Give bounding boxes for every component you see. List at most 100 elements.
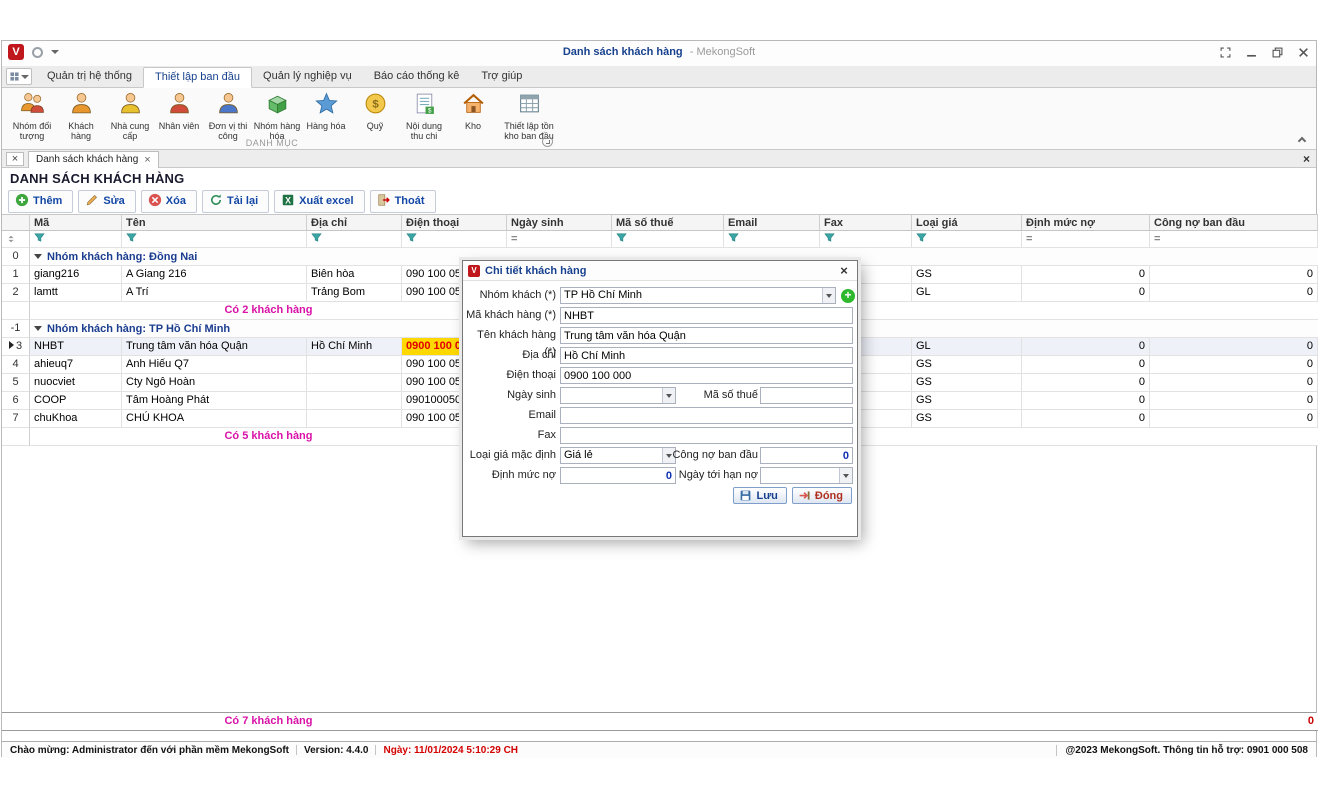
ribbon-item[interactable]: Nhóm hàng hóa [253,91,301,141]
opening-debt-input[interactable] [760,447,853,464]
cell[interactable]: ahieuq7 [30,356,122,374]
ribbon-tab[interactable]: Thiết lập ban đầu [143,67,252,88]
fullscreen-icon[interactable] [1218,45,1232,59]
dialog-close-icon[interactable]: × [836,263,852,278]
cell[interactable]: Anh Hiếu Q7 [122,356,307,374]
ribbon-menu-button[interactable] [6,68,32,85]
cell[interactable]: Tâm Hoàng Phát [122,392,307,410]
ribbon-tab[interactable]: Quản lý nghiệp vụ [252,67,363,87]
email-input[interactable] [560,407,853,424]
column-header[interactable]: Ngày sinh [507,214,612,231]
cell[interactable]: 0 [1150,410,1318,428]
column-header[interactable]: Địa chỉ [307,214,402,231]
add-button[interactable]: Thêm [8,190,73,213]
ribbon-collapse-icon[interactable] [1297,135,1306,144]
cell[interactable]: 0 [1022,284,1150,302]
cell[interactable]: GS [912,356,1022,374]
cell[interactable]: 0 [1150,266,1318,284]
column-header[interactable]: Loại giá [912,214,1022,231]
cell[interactable]: GS [912,392,1022,410]
ribbon-tab[interactable]: Báo cáo thống kê [363,67,471,87]
ribbon-item[interactable]: $Quỹ [351,91,399,131]
edit-button[interactable]: Sửa [78,190,135,213]
cell[interactable]: 0 [1022,356,1150,374]
tab-list-close-button[interactable]: × [6,152,24,166]
ribbon-item[interactable]: $Nội dung thu chi [400,91,448,141]
phone-input[interactable] [560,367,853,384]
filter-cell[interactable]: = [1150,231,1318,248]
filter-cell[interactable]: = [507,231,612,248]
cell[interactable]: Cty Ngô Hoàn [122,374,307,392]
column-header[interactable]: Mã số thuế [612,214,724,231]
save-button[interactable]: Lưu [733,487,786,504]
debt-due-date-select[interactable] [760,467,853,484]
tab-close-icon[interactable]: × [144,154,150,166]
minimize-icon[interactable] [1244,45,1258,59]
cell[interactable]: 0 [1022,338,1150,356]
customer-name-input[interactable] [560,327,853,344]
group-dialog-launcher-icon[interactable] [542,136,553,147]
ribbon-item[interactable]: Hàng hóa [302,91,350,131]
ribbon-item[interactable]: Thiết lập tồn kho ban đầu [498,91,560,141]
filter-cell[interactable] [612,231,724,248]
column-header[interactable]: Công nợ ban đầu [1150,214,1318,231]
cell[interactable]: 0 [1022,266,1150,284]
cell[interactable]: Hồ Chí Minh [307,338,402,356]
cell[interactable]: GL [912,284,1022,302]
cell[interactable]: NHBT [30,338,122,356]
cell[interactable]: Trảng Bom [307,284,402,302]
cell[interactable]: Biên hòa [307,266,402,284]
ribbon-item[interactable]: Kho [449,91,497,131]
cell[interactable] [307,356,402,374]
cell[interactable]: giang216 [30,266,122,284]
filter-cell[interactable] [30,231,122,248]
tax-code-input[interactable] [760,387,853,404]
filter-cell[interactable] [912,231,1022,248]
filter-cell[interactable]: = [1022,231,1150,248]
ribbon-item[interactable]: Nhà cung cấp [106,91,154,141]
exit-button[interactable]: Thoát [370,190,436,213]
cell[interactable]: 0 [1150,392,1318,410]
cell[interactable]: lamtt [30,284,122,302]
ribbon-item[interactable]: Đơn vị thi công [204,91,252,141]
column-header[interactable]: Email [724,214,820,231]
column-header[interactable]: Mã [30,214,122,231]
cell[interactable]: 0 [1150,356,1318,374]
filter-cell[interactable] [307,231,402,248]
customer-group-select[interactable]: TP Hồ Chí Minh [560,287,836,304]
cell[interactable]: 0 [1150,284,1318,302]
filter-cell[interactable] [402,231,507,248]
column-header[interactable]: Tên [122,214,307,231]
column-header[interactable]: Định mức nợ [1022,214,1150,231]
close-button[interactable]: Đóng [792,487,852,504]
ribbon-item[interactable]: Nhóm đối tượng [8,91,56,141]
column-header[interactable]: Điện thoại [402,214,507,231]
column-header[interactable]: Fax [820,214,912,231]
cell[interactable]: GS [912,410,1022,428]
fax-input[interactable] [560,427,853,444]
cell[interactable]: 0 [1022,374,1150,392]
cell[interactable] [307,374,402,392]
tab-strip-close-icon[interactable]: × [1303,152,1310,166]
cell[interactable]: A Trí [122,284,307,302]
add-group-button[interactable]: + [841,289,855,303]
cell[interactable]: GS [912,374,1022,392]
filter-cell[interactable] [122,231,307,248]
customer-code-input[interactable] [560,307,853,324]
ribbon-item[interactable]: Nhân viên [155,91,203,131]
delete-button[interactable]: Xóa [141,190,197,213]
filter-cell[interactable] [820,231,912,248]
restore-icon[interactable] [1270,45,1284,59]
address-input[interactable] [560,347,853,364]
document-tab-customers[interactable]: Danh sách khách hàng × [28,151,159,168]
cell[interactable]: CHÚ KHOA [122,410,307,428]
reload-button[interactable]: Tải lại [202,190,269,213]
cell[interactable] [307,410,402,428]
excel-button[interactable]: XXuất excel [274,190,364,213]
ribbon-tab[interactable]: Quản trị hệ thống [36,67,143,87]
cell[interactable]: Trung tâm văn hóa Quận [122,338,307,356]
cell[interactable]: chuKhoa [30,410,122,428]
cell[interactable] [307,392,402,410]
ribbon-item[interactable]: Khách hàng [57,91,105,141]
cell[interactable]: nuocviet [30,374,122,392]
